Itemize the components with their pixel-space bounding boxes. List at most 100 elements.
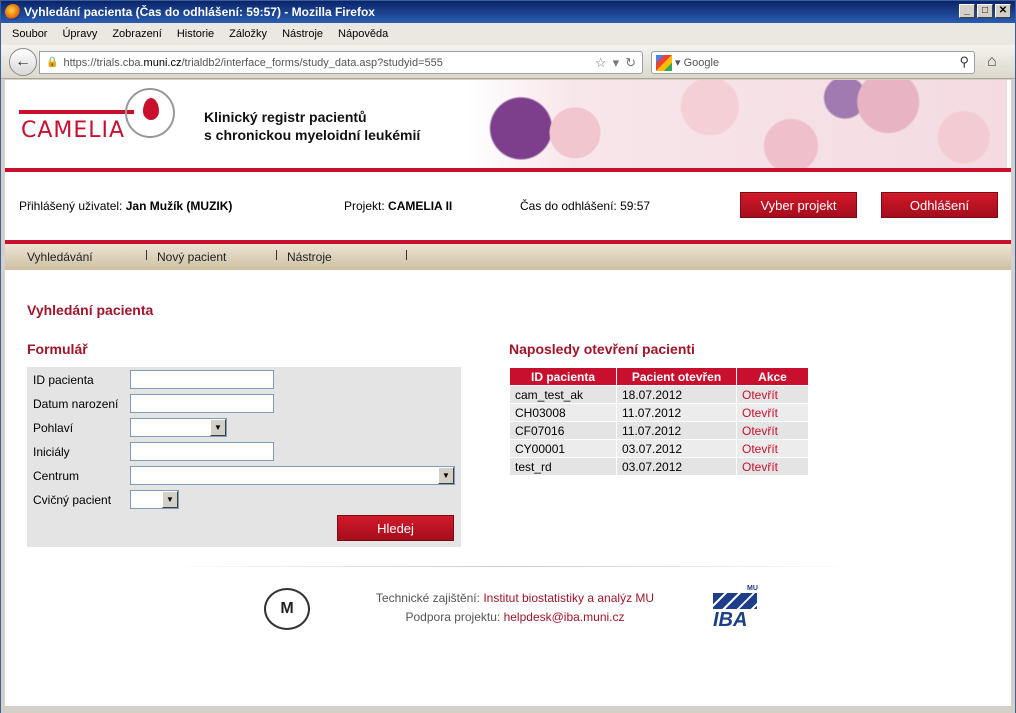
action-cell: Otevřít — [736, 403, 809, 422]
tech-support-line: Technické zajištění: Institut biostatist… — [375, 591, 655, 605]
action-cell: Otevřít — [736, 457, 809, 476]
menu-zobrazeni[interactable]: Zobrazení — [112, 28, 162, 40]
table-row: cam_test_ak 18.07.2012 Otevřít — [509, 385, 809, 404]
blood-cells-banner — [467, 80, 1007, 168]
action-cell: Otevřít — [736, 439, 809, 458]
project-support-line: Podpora projektu: helpdesk@iba.muni.cz — [405, 610, 625, 624]
nav-nastroje[interactable]: Nástroje — [287, 250, 332, 264]
initials-input[interactable] — [130, 442, 274, 461]
logout-timer: Čas do odhlášení: 59:57 — [520, 199, 651, 213]
search-button[interactable]: Hledej — [337, 515, 454, 541]
menu-historie[interactable]: Historie — [177, 28, 214, 40]
patient-id-cell: cam_test_ak — [509, 385, 617, 404]
select-project-button[interactable]: Vyber projekt — [740, 192, 857, 218]
table-row: test_rd 03.07.2012 Otevřít — [509, 457, 809, 476]
center-select[interactable]: ▼ — [130, 466, 455, 485]
open-link[interactable]: Otevřít — [742, 388, 778, 402]
chevron-down-icon[interactable]: ▼ — [162, 491, 178, 508]
close-button[interactable]: ✕ — [995, 4, 1011, 18]
test-patient-select[interactable]: ▼ — [130, 490, 179, 509]
page-title: Vyhledání pacienta — [27, 302, 154, 318]
menu-bar: Soubor Úpravy Zobrazení Historie Záložky… — [1, 23, 1015, 45]
iba-mu-label: MU — [747, 585, 758, 592]
project-name: CAMELIA II — [388, 199, 453, 213]
menu-upravy[interactable]: Úpravy — [62, 28, 97, 40]
blood-drop-icon — [143, 98, 159, 120]
nav-separator — [276, 250, 277, 260]
birth-date-input[interactable] — [130, 394, 274, 413]
search-bar[interactable]: ▾ Google ⚲ — [651, 51, 975, 74]
home-icon[interactable]: ⌂ — [987, 53, 997, 71]
gender-select[interactable]: ▼ — [130, 418, 227, 437]
iba-logo: MU IBA — [711, 585, 761, 631]
logout-button[interactable]: Odhlášení — [881, 192, 998, 218]
page-content: CAMELIA Klinický registr pacientů s chro… — [5, 80, 1011, 706]
chevron-down-icon[interactable]: ▼ — [210, 419, 226, 436]
patient-id-input[interactable] — [130, 370, 274, 389]
column-header: ID pacienta — [509, 367, 617, 386]
search-engine-dropdown-icon[interactable]: ▾ — [675, 56, 681, 69]
back-arrow-icon: ← — [15, 53, 31, 70]
open-link[interactable]: Otevřít — [742, 424, 778, 438]
menu-zalozky[interactable]: Záložky — [229, 28, 267, 40]
back-button[interactable]: ← — [9, 48, 37, 76]
field-label: Cvičný pacient — [33, 493, 112, 507]
logged-user: Přihlášený uživatel: Jan Mužík (MUZIK) — [19, 199, 233, 213]
header-divider — [5, 168, 1011, 172]
chevron-down-icon[interactable]: ▼ — [438, 467, 454, 484]
timer-value: 59:57 — [620, 199, 651, 213]
field-label: Centrum — [33, 469, 80, 483]
footer-divider — [165, 566, 855, 567]
browser-window: Vyhledání pacienta (Čas do odhlášení: 59… — [0, 0, 1016, 713]
opened-date-cell: 18.07.2012 — [616, 385, 737, 404]
search-placeholder: Google — [683, 56, 720, 69]
menu-nastroje[interactable]: Nástroje — [282, 28, 323, 40]
registry-title: Klinický registr pacientů s chronickou m… — [204, 108, 420, 144]
action-cell: Otevřít — [736, 421, 809, 440]
nav-vyhledavani[interactable]: Vyhledávání — [27, 250, 93, 264]
opened-date-cell: 11.07.2012 — [616, 403, 737, 422]
site-header: CAMELIA Klinický registr pacientů s chro… — [5, 80, 1011, 168]
bookmark-star-icon[interactable]: ☆ — [595, 55, 607, 71]
iba-bars-icon — [713, 593, 757, 609]
column-header: Akce — [736, 367, 809, 386]
field-label: Iniciály — [33, 445, 70, 459]
minimize-button[interactable]: _ — [959, 4, 975, 18]
open-link[interactable]: Otevřít — [742, 460, 778, 474]
search-form: ID pacienta Datum narození Pohlaví ▼ Ini… — [27, 367, 461, 547]
field-row: Cvičný pacient ▼ — [27, 489, 461, 511]
field-label: Datum narození — [33, 397, 119, 411]
user-bar: Přihlášený uživatel: Jan Mužík (MUZIK) P… — [5, 180, 1011, 230]
recent-title: Naposledy otevření pacienti — [509, 341, 695, 357]
maximize-button[interactable]: □ — [977, 4, 993, 18]
helpdesk-link[interactable]: helpdesk@iba.muni.cz — [504, 610, 625, 624]
table-row: CY00001 03.07.2012 Otevřít — [509, 439, 809, 458]
window-title: Vyhledání pacienta (Čas do odhlášení: 59… — [24, 5, 375, 19]
open-link[interactable]: Otevřít — [742, 406, 778, 420]
form-title: Formulář — [27, 341, 88, 357]
menu-napoveda[interactable]: Nápověda — [338, 28, 388, 40]
search-icon[interactable]: ⚲ — [959, 54, 969, 70]
url-suffix: /trialdb2/interface_forms/study_data.asp… — [181, 56, 443, 69]
status-bar — [1, 706, 1015, 713]
registry-title-line2: s chronickou myeloidní leukémií — [204, 127, 421, 143]
reload-icon[interactable]: ↻ — [625, 55, 636, 71]
patient-id-cell: CF07016 — [509, 421, 617, 440]
iba-logo-text: IBA — [713, 609, 748, 631]
menu-soubor[interactable]: Soubor — [12, 28, 47, 40]
nav-novy-pacient[interactable]: Nový pacient — [157, 250, 226, 264]
field-label: Pohlaví — [33, 421, 74, 435]
open-link[interactable]: Otevřít — [742, 442, 778, 456]
lock-icon: 🔒 — [46, 57, 59, 68]
opened-date-cell: 03.07.2012 — [616, 457, 737, 476]
google-icon[interactable] — [656, 54, 672, 71]
field-row: ID pacienta — [27, 369, 461, 391]
url-bar[interactable]: 🔒 https://trials.cba. muni.cz/trialdb2/in… — [39, 51, 643, 74]
iba-link[interactable]: Institut biostatistiky a analýz MU — [483, 591, 654, 605]
muni-seal-logo: M — [264, 588, 310, 630]
patient-id-cell: CY00001 — [509, 439, 617, 458]
table-header: ID pacienta Pacient otevřen Akce — [509, 367, 809, 386]
action-cell: Otevřít — [736, 385, 809, 404]
dropdown-arrow-icon[interactable]: ▾ — [613, 55, 620, 71]
url-prefix: https://trials.cba. — [63, 56, 144, 69]
